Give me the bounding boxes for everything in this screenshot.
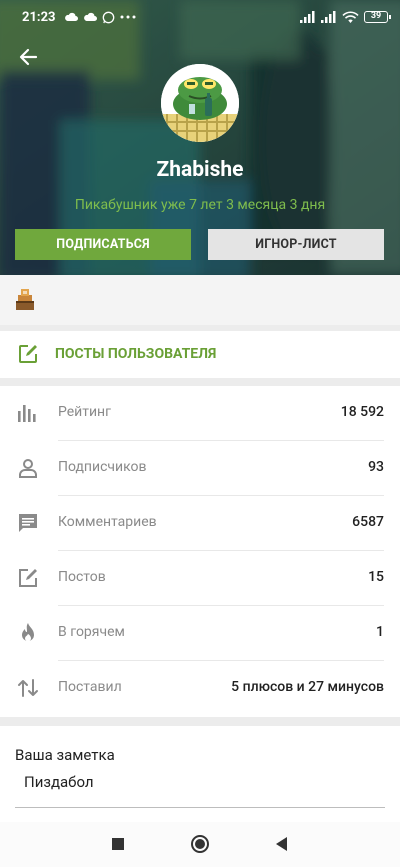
cloud-icon — [64, 12, 78, 21]
user-note-card: Ваша заметка Пиздабол — [0, 726, 400, 822]
whatsapp-icon — [102, 11, 114, 23]
stat-label: Рейтинг — [58, 404, 112, 420]
award-icon[interactable] — [14, 287, 36, 311]
stat-value: 15 — [368, 569, 384, 585]
stat-label: Комментариев — [58, 514, 157, 530]
notification-icons — [64, 11, 136, 24]
avatar — [161, 64, 239, 142]
member-since-text: Пикабушник уже 7 лет 3 месяца 3 дня — [74, 197, 326, 213]
edit-icon — [19, 345, 37, 363]
awards-strip — [0, 275, 400, 325]
comment-icon — [19, 514, 37, 532]
signal-icon-2 — [321, 11, 336, 23]
username: Zhabishe — [156, 158, 244, 182]
ignore-list-button[interactable]: ИГНОР-ЛИСТ — [208, 229, 384, 260]
stat-value: 6587 — [352, 514, 384, 530]
status-bar: 21:23 39 — [0, 0, 400, 34]
wifi-icon — [342, 11, 359, 23]
system-icons: 39 — [300, 11, 391, 24]
more-dots-icon — [120, 15, 135, 19]
stat-row-subscribers[interactable]: Подписчиков 93 — [0, 441, 400, 496]
stat-row-comments[interactable]: Комментариев 6587 — [0, 496, 400, 551]
subscribe-button[interactable]: ПОДПИСАТЬСЯ — [15, 229, 191, 260]
status-time: 21:23 — [22, 9, 56, 25]
stat-row-rating: Рейтинг 18 592 — [0, 386, 400, 441]
note-text-field[interactable]: Пиздабол — [24, 773, 94, 791]
cloud-icon-2 — [83, 12, 97, 21]
person-icon — [19, 459, 37, 478]
user-posts-label: ПОСТЫ ПОЛЬЗОВАТЕЛЯ — [55, 346, 217, 362]
back-triangle-icon[interactable] — [272, 834, 292, 854]
stat-value: 1 — [376, 624, 384, 640]
stats-list: Рейтинг 18 592 Подписчиков 93 Комментари… — [0, 386, 400, 717]
stat-label: Постов — [58, 569, 106, 585]
note-title: Ваша заметка — [15, 746, 115, 764]
bar-chart-icon — [18, 405, 36, 422]
stat-label: Подписчиков — [58, 459, 147, 475]
recents-square-icon[interactable] — [108, 834, 128, 854]
stat-row-posts[interactable]: Постов 15 — [0, 551, 400, 606]
profile-header: 21:23 39 Zhabishe Пикабушник уже 7 лет 3… — [0, 0, 400, 275]
stat-row-votes: Поставил 5 плюсов и 27 минусов — [0, 661, 400, 716]
stat-value: 93 — [368, 459, 384, 475]
signal-icon — [300, 11, 315, 23]
frog-avatar-image — [161, 64, 239, 142]
note-underline — [15, 807, 385, 808]
stat-label: Поставил — [58, 679, 122, 695]
sort-arrows-icon — [18, 679, 38, 697]
system-navigation-bar — [0, 822, 400, 867]
user-posts-link[interactable]: ПОСТЫ ПОЛЬЗОВАТЕЛЯ — [0, 331, 400, 378]
stat-row-hot[interactable]: В горячем 1 — [0, 606, 400, 661]
stat-value: 5 плюсов и 27 минусов — [231, 679, 384, 695]
stat-value: 18 592 — [340, 404, 384, 420]
profile-screen: 21:23 39 Zhabishe Пикабушник уже 7 лет 3… — [0, 0, 400, 867]
stat-label: В горячем — [58, 624, 125, 640]
back-arrow-icon[interactable] — [14, 42, 44, 72]
battery-icon: 39 — [364, 11, 391, 23]
edit-icon — [19, 569, 37, 587]
fire-icon — [22, 623, 34, 642]
home-circle-icon[interactable] — [190, 834, 210, 854]
